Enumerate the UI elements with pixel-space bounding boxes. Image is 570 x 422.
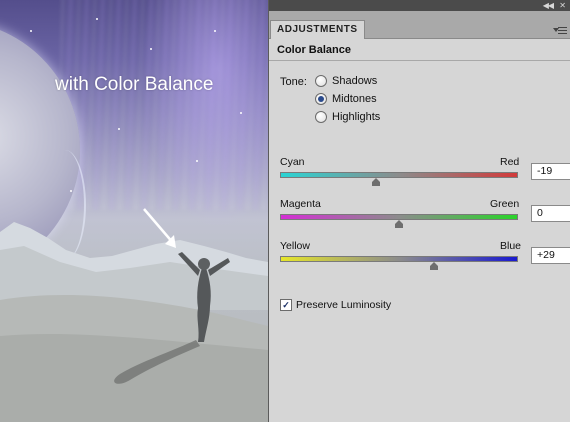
radio-highlights[interactable]: Highlights: [315, 109, 380, 125]
preserve-luminosity-option[interactable]: ✓ Preserve Luminosity: [280, 299, 391, 311]
radio-button[interactable]: [315, 93, 327, 105]
tone-label: Tone:: [280, 76, 307, 88]
artwork-caption: with Color Balance: [55, 74, 214, 95]
blue-label: Blue: [500, 240, 522, 252]
green-label: Green: [490, 198, 520, 210]
desert-landscape: [0, 222, 268, 422]
artwork-image: with Color Balance: [0, 0, 268, 422]
radio-label: Shadows: [332, 75, 378, 87]
magenta-label: Magenta: [280, 198, 321, 210]
yellow-blue-slider-track[interactable]: [280, 256, 518, 262]
magenta-green-value-input[interactable]: 0: [531, 205, 570, 222]
preserve-luminosity-checkbox[interactable]: ✓: [280, 299, 292, 311]
white-arrow-icon: [143, 208, 176, 248]
yellow-blue-value-input[interactable]: +29: [531, 247, 570, 264]
radio-label: Highlights: [332, 111, 381, 123]
radio-midtones[interactable]: Midtones: [315, 91, 377, 107]
divider: [269, 60, 570, 61]
panel-tab-row: ADJUSTMENTS: [269, 11, 570, 39]
panel-title: Color Balance: [277, 44, 351, 56]
cyan-red-slider-thumb[interactable]: [372, 178, 381, 186]
radio-label: Midtones: [332, 93, 377, 105]
cyan-label: Cyan: [280, 156, 305, 168]
cyan-red-value-input[interactable]: -19: [531, 163, 570, 180]
close-icon[interactable]: ✕: [559, 1, 566, 10]
radio-button[interactable]: [315, 111, 327, 123]
tab-adjustments[interactable]: ADJUSTMENTS: [270, 20, 365, 39]
cyan-red-slider-track[interactable]: [280, 172, 518, 178]
panel-menu-icon[interactable]: [553, 26, 567, 36]
double-chevron-right-icon[interactable]: ◀◀: [543, 1, 554, 10]
red-label: Red: [500, 156, 520, 168]
radio-button[interactable]: [315, 75, 327, 87]
radio-shadows[interactable]: Shadows: [315, 73, 377, 89]
panel-top-bar: ◀◀ ✕: [269, 0, 570, 11]
yellow-label: Yellow: [280, 240, 310, 252]
magenta-green-slider-thumb[interactable]: [395, 220, 403, 228]
preserve-luminosity-label: Preserve Luminosity: [296, 299, 392, 311]
adjustments-panel: ◀◀ ✕ ADJUSTMENTS Color Balance Tone: Sha…: [268, 0, 570, 422]
yellow-blue-slider-thumb[interactable]: [429, 262, 438, 270]
